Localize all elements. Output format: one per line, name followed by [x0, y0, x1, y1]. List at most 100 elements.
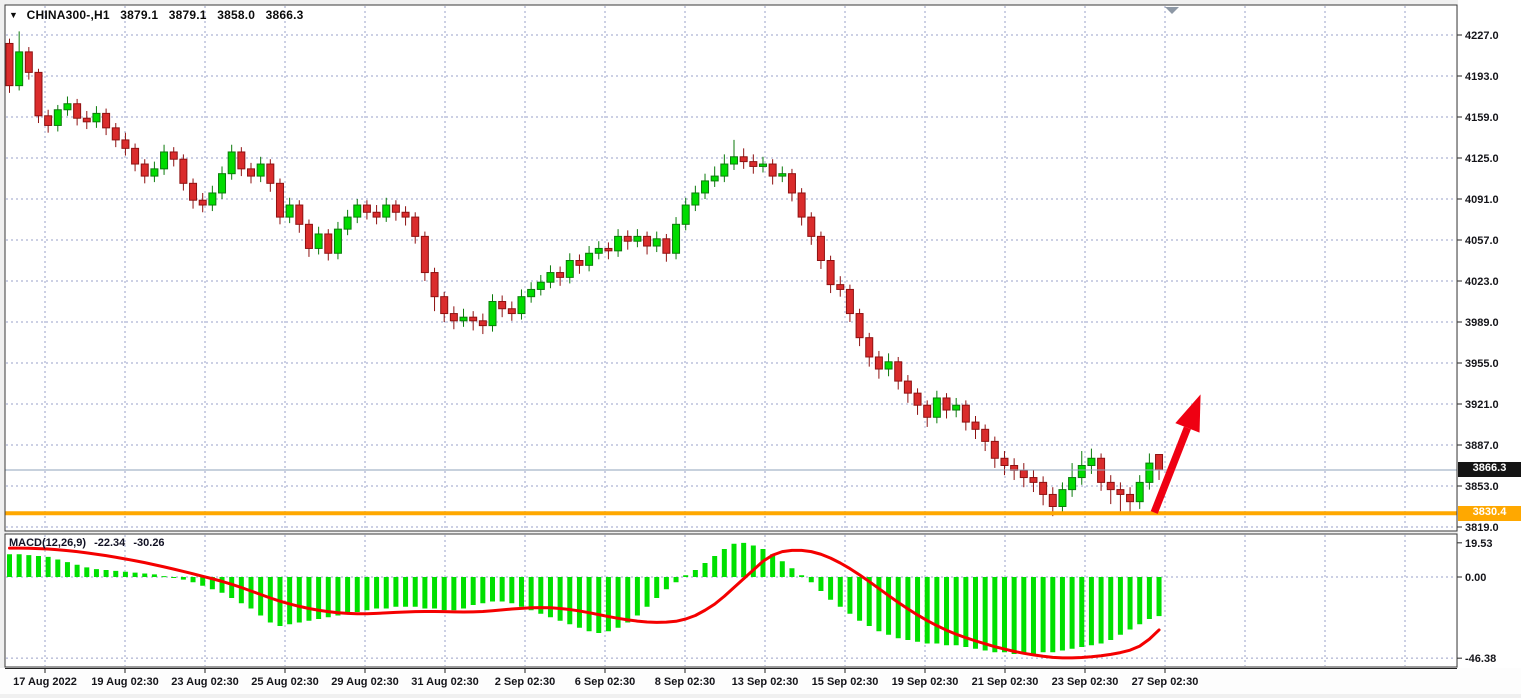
candle — [141, 164, 148, 176]
macd-bar — [1031, 577, 1036, 654]
symbol-timeframe: CHINA300-,H1 — [27, 8, 110, 22]
macd-bar — [625, 577, 630, 623]
macd-bar — [973, 577, 978, 649]
candle — [943, 398, 950, 410]
price-axis[interactable] — [1458, 0, 1521, 668]
candle — [1001, 458, 1008, 465]
candle — [856, 314, 863, 338]
candle — [1020, 470, 1027, 477]
candle — [866, 338, 873, 357]
candle — [702, 181, 709, 193]
macd-bar — [1099, 577, 1104, 644]
macd-bar — [393, 577, 398, 607]
time-tick-label: 19 Aug 02:30 — [91, 676, 158, 688]
macd-bar — [925, 577, 930, 644]
macd-bar — [587, 577, 592, 631]
macd-bar — [374, 577, 379, 609]
candle — [1088, 458, 1095, 465]
candle — [412, 217, 419, 236]
macd-current-value: -22.34 — [94, 537, 125, 549]
time-tick-label: 2 Sep 02:30 — [495, 676, 556, 688]
candle — [315, 234, 322, 248]
candle — [199, 200, 206, 205]
candle — [808, 217, 815, 236]
time-tick-label: 31 Aug 02:30 — [411, 676, 478, 688]
macd-bar — [162, 576, 167, 577]
candle — [248, 169, 255, 176]
candle — [267, 164, 274, 183]
time-tick-label: 17 Aug 2022 — [13, 676, 77, 688]
candle — [441, 297, 448, 314]
candle — [953, 405, 960, 410]
candle — [161, 152, 168, 169]
macd-bar — [1021, 577, 1026, 654]
macd-bar — [664, 577, 669, 589]
macd-bar — [683, 575, 688, 577]
time-tick-label: 23 Sep 02:30 — [1052, 676, 1119, 688]
candle — [421, 236, 428, 272]
candle — [460, 317, 467, 321]
candle — [1030, 478, 1037, 483]
time-tick-label: 19 Sep 02:30 — [892, 676, 959, 688]
candle — [83, 118, 90, 122]
candle — [112, 128, 119, 140]
macd-bar — [229, 577, 234, 598]
candle — [663, 239, 670, 253]
candle — [6, 43, 13, 85]
macd-bar — [55, 560, 60, 578]
candle — [750, 162, 757, 167]
candle — [769, 164, 776, 176]
macd-bar — [857, 577, 862, 621]
time-tick-label: 29 Aug 02:30 — [331, 676, 398, 688]
candle — [305, 224, 312, 248]
time-tick-label: 8 Sep 02:30 — [655, 676, 716, 688]
candle — [673, 224, 680, 253]
candle — [653, 239, 660, 246]
price-chart-panel[interactable] — [5, 5, 1457, 531]
macd-bar — [1108, 577, 1113, 640]
candle — [740, 157, 747, 162]
macd-bar — [316, 577, 321, 619]
macd-bar — [915, 577, 920, 642]
candle — [325, 234, 332, 253]
macd-bar — [65, 562, 70, 577]
trading-chart-window: 4227.04193.04159.04125.04091.04057.04023… — [0, 0, 1521, 698]
macd-bar — [17, 554, 22, 577]
candle — [779, 174, 786, 176]
time-tick-label: 21 Sep 02:30 — [972, 676, 1039, 688]
symbol-marker-icon: ▼ — [9, 10, 18, 20]
candle — [846, 289, 853, 313]
candle — [64, 104, 71, 110]
price-tick-label: 4159.0 — [1465, 112, 1499, 124]
macd-bar — [828, 577, 833, 600]
macd-bar — [789, 568, 794, 577]
macd-bar — [732, 544, 737, 577]
macd-bar — [1118, 577, 1123, 635]
macd-bar — [75, 565, 80, 577]
candle — [1117, 490, 1124, 495]
candle — [731, 157, 738, 164]
macd-bar — [1002, 577, 1007, 652]
time-tick-label: 6 Sep 02:30 — [575, 676, 636, 688]
candle — [25, 52, 32, 73]
candle — [933, 398, 940, 417]
macd-bar — [297, 577, 302, 623]
candle — [1146, 463, 1153, 482]
price-tick-label: 3921.0 — [1465, 399, 1499, 411]
macd-bar — [104, 570, 109, 577]
candle — [508, 309, 515, 314]
candle — [1049, 494, 1056, 506]
macd-panel[interactable] — [5, 534, 1457, 667]
candle — [798, 193, 805, 217]
macd-bar — [1079, 577, 1084, 647]
chart-canvas[interactable]: 4227.04193.04159.04125.04091.04057.04023… — [0, 0, 1521, 698]
macd-bar — [741, 543, 746, 577]
candle — [615, 236, 622, 250]
price-tick-label: 3887.0 — [1465, 440, 1499, 452]
candle — [219, 174, 226, 193]
candle — [180, 159, 187, 183]
price-tick-label: 4125.0 — [1465, 153, 1499, 165]
candle — [518, 297, 525, 314]
candle — [817, 236, 824, 260]
candle — [1069, 478, 1076, 490]
